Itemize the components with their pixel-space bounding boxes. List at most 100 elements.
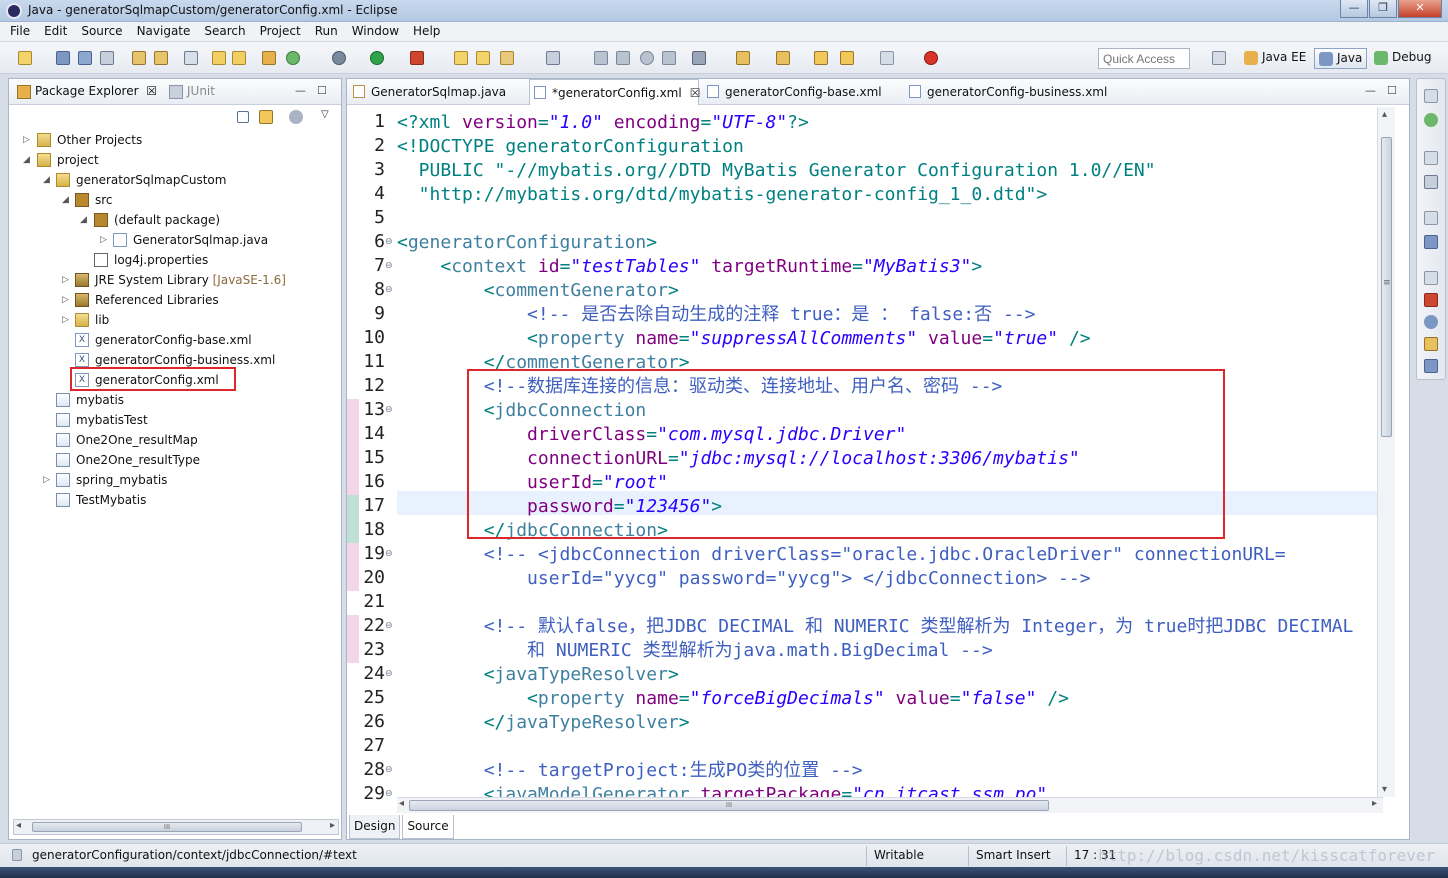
new-icon[interactable] <box>18 51 32 65</box>
editor-tab-generatorconfig-base-xml[interactable]: generatorConfig-base.xml <box>703 79 901 105</box>
refresh-icon[interactable] <box>286 51 300 65</box>
package-explorer-hscrollbar[interactable]: ◂ III ▸ <box>13 819 339 835</box>
menu-source[interactable]: Source <box>81 22 122 41</box>
console-icon[interactable] <box>1424 359 1438 373</box>
expand-icon[interactable]: ▷ <box>43 471 53 489</box>
build-icon[interactable] <box>132 51 146 65</box>
maximize-view-button[interactable]: ☐ <box>317 84 327 97</box>
terminate-icon[interactable] <box>640 51 654 65</box>
save-all-icon[interactable] <box>78 51 92 65</box>
menu-navigate[interactable]: Navigate <box>137 22 191 41</box>
scroll-up-icon[interactable]: ▴ <box>1382 109 1387 120</box>
menu-window[interactable]: Window <box>352 22 399 41</box>
perspective-java[interactable]: Java <box>1314 48 1368 69</box>
menu-run[interactable]: Run <box>315 22 338 41</box>
collapse-all-icon[interactable] <box>237 111 249 123</box>
pin-editor-icon[interactable] <box>924 51 938 65</box>
tab-package-explorer[interactable]: Package Explorer ☒ <box>17 84 157 99</box>
expand-icon[interactable]: ▷ <box>23 131 33 149</box>
menu-project[interactable]: Project <box>260 22 301 41</box>
scroll-left-icon[interactable]: ◂ <box>399 798 404 809</box>
javadoc-icon[interactable] <box>1424 315 1438 329</box>
next-annotation-icon[interactable] <box>736 51 750 65</box>
outline-icon[interactable] <box>1424 113 1438 127</box>
expand-icon[interactable]: ▷ <box>100 231 110 249</box>
editor-tab-generatorconfig-xml[interactable]: *generatorConfig.xml ☒ <box>529 79 701 105</box>
hierarchy-icon[interactable] <box>1424 235 1438 249</box>
vscroll-thumb[interactable]: ≡ <box>1381 137 1392 437</box>
minimize-window-button[interactable]: — <box>1340 0 1368 18</box>
maximize-editor-button[interactable]: ☐ <box>1387 84 1397 97</box>
scroll-left-icon[interactable]: ◂ <box>16 820 21 831</box>
external-tools-icon[interactable] <box>410 51 424 65</box>
close-window-button[interactable]: ✕ <box>1398 0 1442 18</box>
editor-tab-generatorsqlmap-java[interactable]: GeneratorSqlmap.java <box>349 79 527 105</box>
editor-tab-generatorconfig-business-xml[interactable]: generatorConfig-business.xml <box>905 79 1127 105</box>
fold-toggle-icon[interactable]: ⊖ <box>385 405 393 415</box>
collapse-icon[interactable]: ◢ <box>23 151 33 169</box>
annotation-icon[interactable] <box>692 51 706 65</box>
focus-icon[interactable] <box>289 110 303 124</box>
scroll-right-icon[interactable]: ▸ <box>330 820 335 831</box>
open-task-icon[interactable] <box>476 51 490 65</box>
disconnect-icon[interactable] <box>616 51 630 65</box>
collapse-icon[interactable]: ◢ <box>80 211 90 229</box>
last-edit-icon[interactable] <box>814 51 828 65</box>
fold-toggle-icon[interactable]: ⊖ <box>385 261 393 271</box>
perspective-java-ee[interactable]: Java EE <box>1240 48 1310 69</box>
build-all-icon[interactable] <box>154 51 168 65</box>
minimize-view-button[interactable]: — <box>295 84 306 97</box>
tab-source[interactable]: Source <box>402 815 454 839</box>
redo-icon[interactable] <box>232 51 246 65</box>
forward-icon[interactable] <box>880 51 894 65</box>
close-tab-icon[interactable]: ☒ <box>690 86 701 100</box>
restore-icon[interactable] <box>1424 271 1438 285</box>
open-type-icon[interactable] <box>454 51 468 65</box>
fold-toggle-icon[interactable]: ⊖ <box>385 621 393 631</box>
step-into-icon[interactable] <box>662 51 676 65</box>
debug-icon[interactable] <box>332 51 346 65</box>
restore-icon[interactable] <box>1424 211 1438 225</box>
skip-breakpoints-icon[interactable] <box>184 51 198 65</box>
restore-icon[interactable] <box>1424 151 1438 165</box>
fold-toggle-icon[interactable]: ⊖ <box>385 669 393 679</box>
task-list-icon[interactable] <box>1424 175 1438 189</box>
fold-toggle-icon[interactable]: ⊖ <box>385 237 393 247</box>
toggle-mark-icon[interactable] <box>546 51 560 65</box>
run-icon[interactable] <box>370 51 384 65</box>
expand-icon[interactable]: ▷ <box>62 311 72 329</box>
undo-icon[interactable] <box>212 51 226 65</box>
restore-icon[interactable] <box>1424 89 1438 103</box>
collapse-icon[interactable]: ◢ <box>43 171 53 189</box>
menu-file[interactable]: File <box>10 22 30 41</box>
tab-design[interactable]: Design <box>349 815 401 839</box>
perspective-debug[interactable]: Debug <box>1370 48 1435 69</box>
expand-icon[interactable]: ▷ <box>62 271 72 289</box>
scroll-right-icon[interactable]: ▸ <box>1372 798 1377 809</box>
scroll-down-icon[interactable]: ▾ <box>1382 784 1387 795</box>
view-menu-icon[interactable]: ▽ <box>321 109 329 120</box>
menu-edit[interactable]: Edit <box>44 22 67 41</box>
back-icon[interactable] <box>840 51 854 65</box>
problems-icon[interactable] <box>1424 293 1438 307</box>
declaration-icon[interactable] <box>1424 337 1438 351</box>
expand-icon[interactable]: ▷ <box>62 291 72 309</box>
new-java-project-icon[interactable] <box>262 51 276 65</box>
hscroll-thumb[interactable]: III <box>409 800 1049 811</box>
editor-vscrollbar[interactable]: ▴ ≡ ▾ <box>1377 107 1395 797</box>
quick-access-input[interactable] <box>1098 48 1190 69</box>
fold-toggle-icon[interactable]: ⊖ <box>385 285 393 295</box>
fold-toggle-icon[interactable]: ⊖ <box>385 549 393 559</box>
prev-annotation-icon[interactable] <box>776 51 790 65</box>
print-icon[interactable] <box>100 51 114 65</box>
resume-icon[interactable] <box>594 51 608 65</box>
save-icon[interactable] <box>56 51 70 65</box>
editor-hscrollbar[interactable]: ◂ III ▸ <box>397 797 1383 813</box>
fold-toggle-icon[interactable]: ⊖ <box>385 765 393 775</box>
maximize-window-button[interactable]: ❐ <box>1369 0 1397 18</box>
menu-search[interactable]: Search <box>204 22 245 41</box>
tab-junit[interactable]: JUnit <box>169 84 215 99</box>
minimize-editor-button[interactable]: — <box>1365 84 1376 97</box>
fold-toggle-icon[interactable]: ⊖ <box>385 789 393 799</box>
link-with-editor-icon[interactable] <box>259 110 273 124</box>
